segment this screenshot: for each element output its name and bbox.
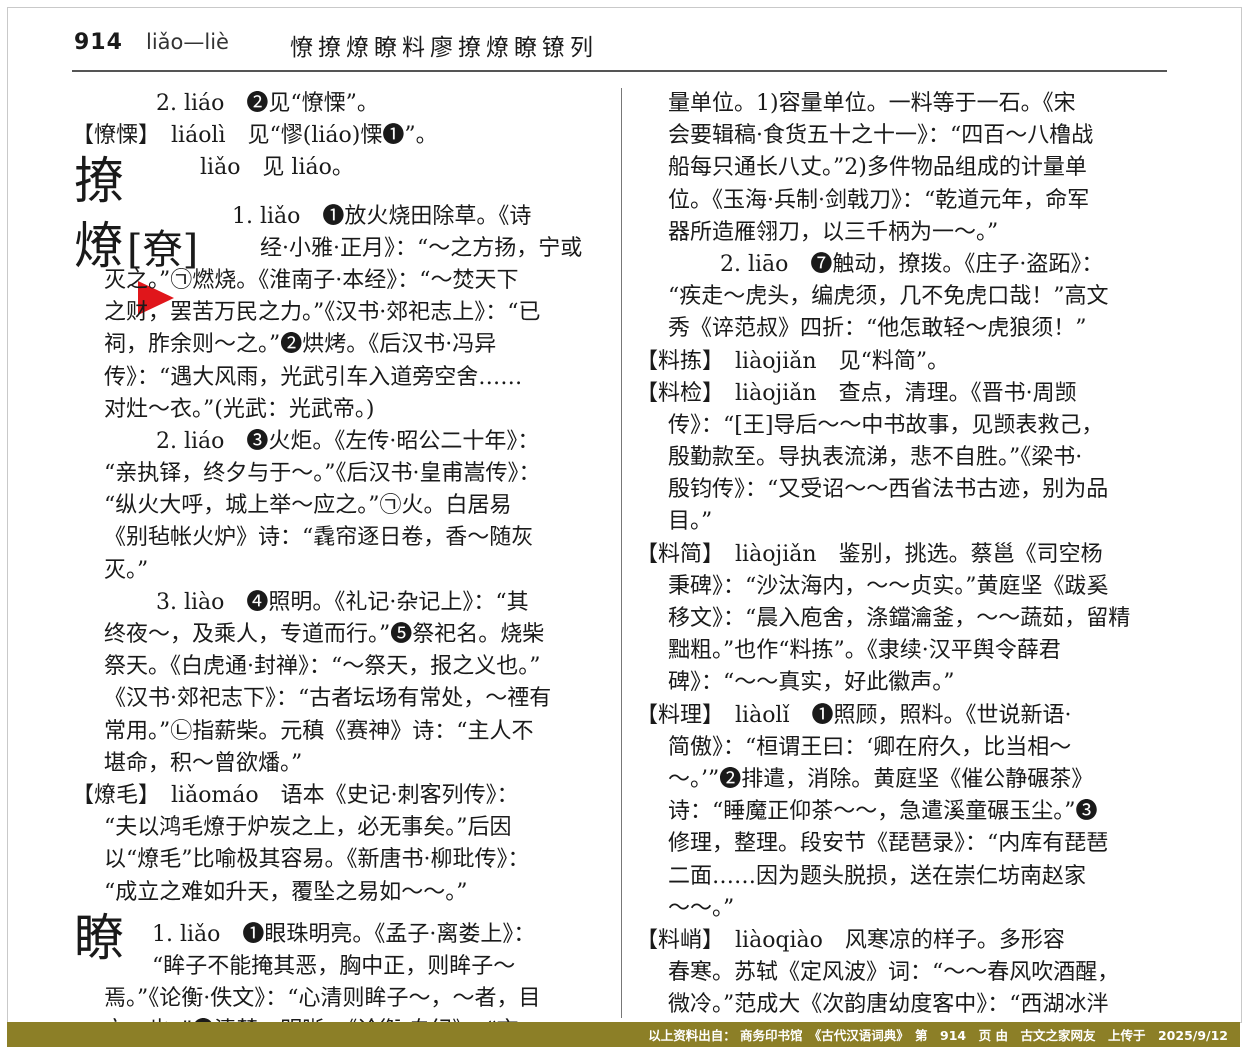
text-line: “眸子不能掩其恶，胸中正，则眸子～ [152,953,516,979]
text-line: 量单位。1)容量单位。一料等于一石。《宋 [668,91,1076,116]
text-line: 经·小雅·正月》：“～之方扬，宁或 [260,235,583,261]
text-line: 【料简】 liàojiǎn 鉴别，挑选。蔡邕《司空杨 [636,541,1103,567]
text-line: ～。’”❷排遣，消除。黄庭坚《催公静碾茶》 [668,766,1094,792]
text-line: liǎo 见 liáo。 [156,155,354,181]
source-credit: 以上资料出自： 商务印书馆 《古代汉语词典》 第 914 页 由 古文之家网友 … [648,1028,1228,1043]
text-line: 1. liǎo ❶眼珠明亮。《孟子·离娄上》： [152,921,536,947]
text-line: 黜粗。”也作“料拣”。《隶续·汉平舆令薛君 [668,638,1061,664]
text-line: 【燎毛】 liǎomáo 语本《史记·刺客列传》： [72,782,519,808]
page-number: 914 [74,30,123,55]
text-line: 秉碑》：“沙汰海内，～～贞实。”黄庭坚《跋奚 [668,573,1109,599]
text-line: 堪命，积～曾欲燔。” [104,750,303,776]
text-line: 船每只通长八丈。”2)多件物品组成的计量单 [668,155,1087,181]
text-line: 修理，整理。段安节《琵琶录》：“内库有琵琶 [668,831,1109,857]
text-line: “亲执铎，终夕与于～。”《后汉书·皇甫嵩传》： [104,461,541,487]
right-column: 量单位。1)容量单位。一料等于一石。《宋 会要辑稿·食货五十之十一》：“四百～八… [636,88,1168,1021]
text-line: “夫以鸿毛燎于炉炭之上，必无事矣。”后因 [104,815,512,841]
text-line: 传》：“遇大风雨，光武引车入道旁空舍…… [104,364,523,390]
text-line: 微冷。”范成大《次韵唐幼度客中》：“西湖冰泮 [668,992,1109,1018]
text-line: 会要辑稿·食货五十之十一》：“四百～八橹战 [668,123,1094,149]
text-line: 以“燎毛”比喻极其容易。《新唐书·柳玭传》： [104,847,530,873]
text-line: 焉。”《论衡·佚文》：“心清则眸子～，～者，目 [104,986,541,1012]
text-line: 殷钧传》：“又受诏～～西省法书古迹，别为品 [668,477,1109,503]
text-line: 秀《谇范叔》四折：“他怎敢轻～虎狼须！” [668,316,1087,342]
text-line: 祠，胙余则～之。”❷烘烤。《后汉书·冯异 [104,332,497,358]
text-line: 《汉书·郊祀志下》：“古者坛场有常处，～禋有 [104,686,552,712]
text-line: 灭。” [104,557,149,583]
column-divider [621,88,622,1018]
text-line: 【料拣】 liàojiǎn 见“料简”。 [636,348,950,374]
text-line: 【憭慄】 liáolì 见“憀(liáo)慄❶”。 [72,123,438,149]
left-column: 2. liáo ❷见“憭慄”。 【憭慄】 liáolì 见“憀(liáo)慄❶”… [72,88,612,1047]
text-line: 诗：“睡魔正仰茶～～，急遣溪童碾玉尘。”❸ [668,799,1098,825]
header-headwords: 憭撩燎瞭料廖撩燎瞭镣列 [290,35,598,61]
text-line: 2. liāo ❼触动，撩拨。《庄子·盗跖》： [720,251,1104,277]
text-line: 移文》：“晨入庖舍，涤鐺瀹釜，～～蔬茹，留精 [668,606,1131,631]
text-line: 碑》：“～～真实，好此徽声。” [668,670,955,696]
text-line: 【料检】 liàojiǎn 查点，清理。《晋书·周𫖮 [636,380,1077,406]
text-line: 殷勤款至。导执表流涕，悲不自胜。”《梁书· [668,445,1083,471]
text-line: “疾走～虎头，编虎须，几不免虎口哉！”高文 [668,284,1109,310]
text-line: 【料理】 liàolǐ ❶照顾，照料。《世说新语· [636,702,1072,728]
text-line: 目。” [668,509,713,535]
text-line: 春寒。苏轼《定风波》词：“～～春风吹酒醒， [668,960,1120,986]
text-line: 1. liǎo ❶放火烧田除草。《诗 [232,203,532,229]
text-line: 祭天。《白虎通·封禅》：“～祭天，报之义也。” [104,654,541,680]
text-line: ～～。” [668,895,735,921]
text-line: 器所造雁翎刀，以三千柄为一～。” [668,219,999,245]
text-line: 2. liáo ❷见“憭慄”。 [156,91,379,116]
text-line: 3. liào ❹照明。《礼记·杂记上》：“其 [156,589,529,615]
text-line: 简傲》：“桓谓王曰：‘卿在府久，比当相～ [668,734,1072,760]
text-line: 终夜～，及乘人，专道而行。”❺祭祀名。烧柴 [104,622,545,647]
text-line: 【料峭】 liàoqiào 风寒凉的样子。多形容 [636,927,1065,953]
text-line: 2. liáo ❸火炬。《左传·昭公二十年》： [156,428,540,454]
text-line: 常用。”㉡指薪柴。元稹《赛神》诗：“主人不 [104,718,534,744]
text-line: 位。《玉海·兵制·剑戟刀》：“乾道元年，命军 [668,187,1090,213]
header-rule [72,70,1167,72]
text-line: 二面……因为题头脱损，送在崇仁坊南赵家 [668,863,1087,889]
page-header: 914 liǎo—liè 憭撩燎瞭料廖撩燎瞭镣列 [68,26,1168,62]
text-line: 传》：“[王]导后～～中书故事，见𫖮表救己， [668,412,1104,438]
text-line: “成立之难如升天，覆坠之易如～～。” [104,879,468,905]
text-line: 对灶～衣。”(光武：光武帝。) [104,396,375,422]
text-line: 《别毡帐火炉》诗：“毳帘逐日卷，香～随灰 [104,525,534,551]
text-line: 灭之。”㉠燃烧。《淮南子·本经》：“～焚天下 [104,267,519,293]
source-footer: 以上资料出自： 商务印书馆 《古代汉语词典》 第 914 页 由 古文之家网友 … [7,1022,1240,1047]
text-line: “纵火大呼，城上举～应之。”㉠火。白居易 [104,493,512,519]
text-line: 之财，罢苦万民之力。”《汉书·郊祀志上》：“已 [104,300,541,326]
pinyin-range: liǎo—liè [146,30,229,54]
